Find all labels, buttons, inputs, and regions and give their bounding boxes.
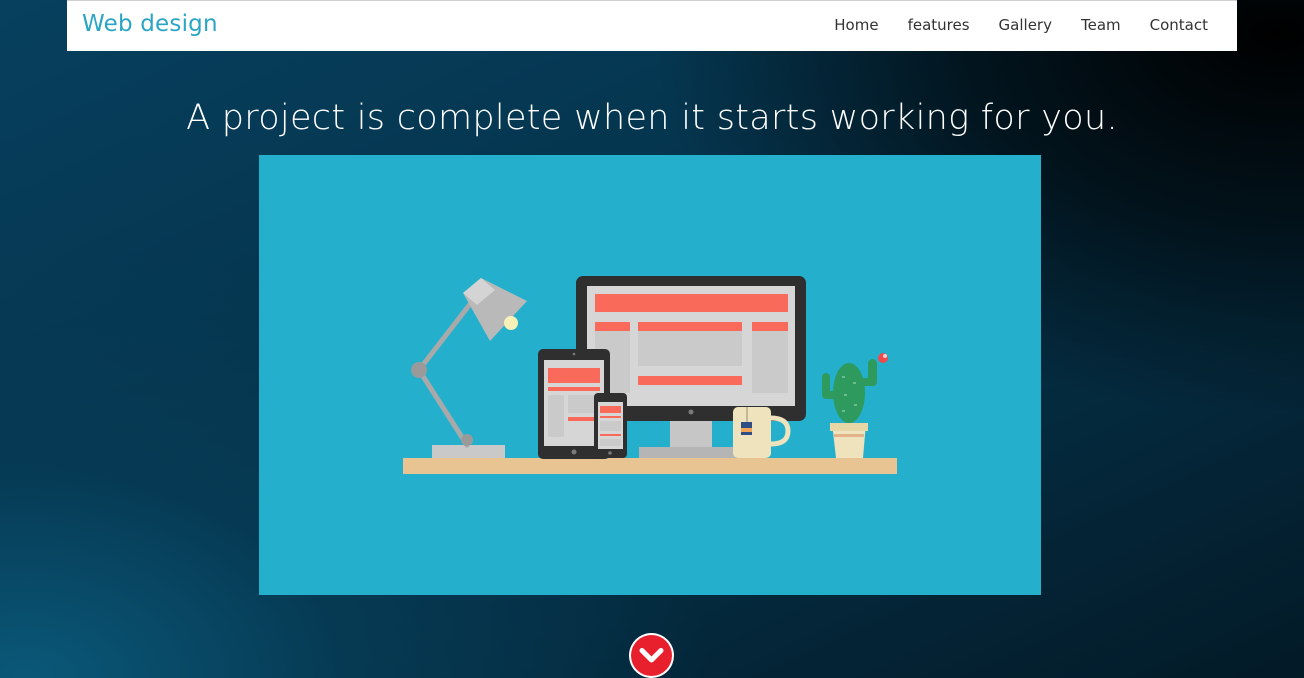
monitor-neck <box>670 420 712 448</box>
nav-link-team[interactable]: Team <box>1081 16 1121 34</box>
lamp-lower-arm <box>416 367 470 448</box>
lamp-bulb <box>504 316 518 330</box>
nav-link-contact[interactable]: Contact <box>1150 16 1208 34</box>
chevron-down-icon <box>639 648 664 663</box>
hero-headline: A project is complete when it starts wor… <box>186 98 1118 138</box>
scroll-down-button[interactable] <box>631 635 672 676</box>
hero-illustration <box>259 155 1041 595</box>
lamp-joint-base <box>461 434 473 446</box>
cactus-flower <box>878 353 888 363</box>
nav-link-home[interactable]: Home <box>834 16 878 34</box>
cactus-body <box>833 363 865 423</box>
desk-shape <box>403 458 897 474</box>
lamp-joint <box>411 362 427 378</box>
brand-link[interactable]: Web design <box>82 11 218 37</box>
nav-link-gallery[interactable]: Gallery <box>999 16 1052 34</box>
nav-link-features[interactable]: features <box>908 16 970 34</box>
nav-links: Home features Gallery Team Contact <box>805 16 1208 34</box>
monitor-foot <box>639 447 742 458</box>
top-navbar: Web design Home features Gallery Team Co… <box>67 0 1237 51</box>
workspace-desk-illustration <box>403 276 897 474</box>
